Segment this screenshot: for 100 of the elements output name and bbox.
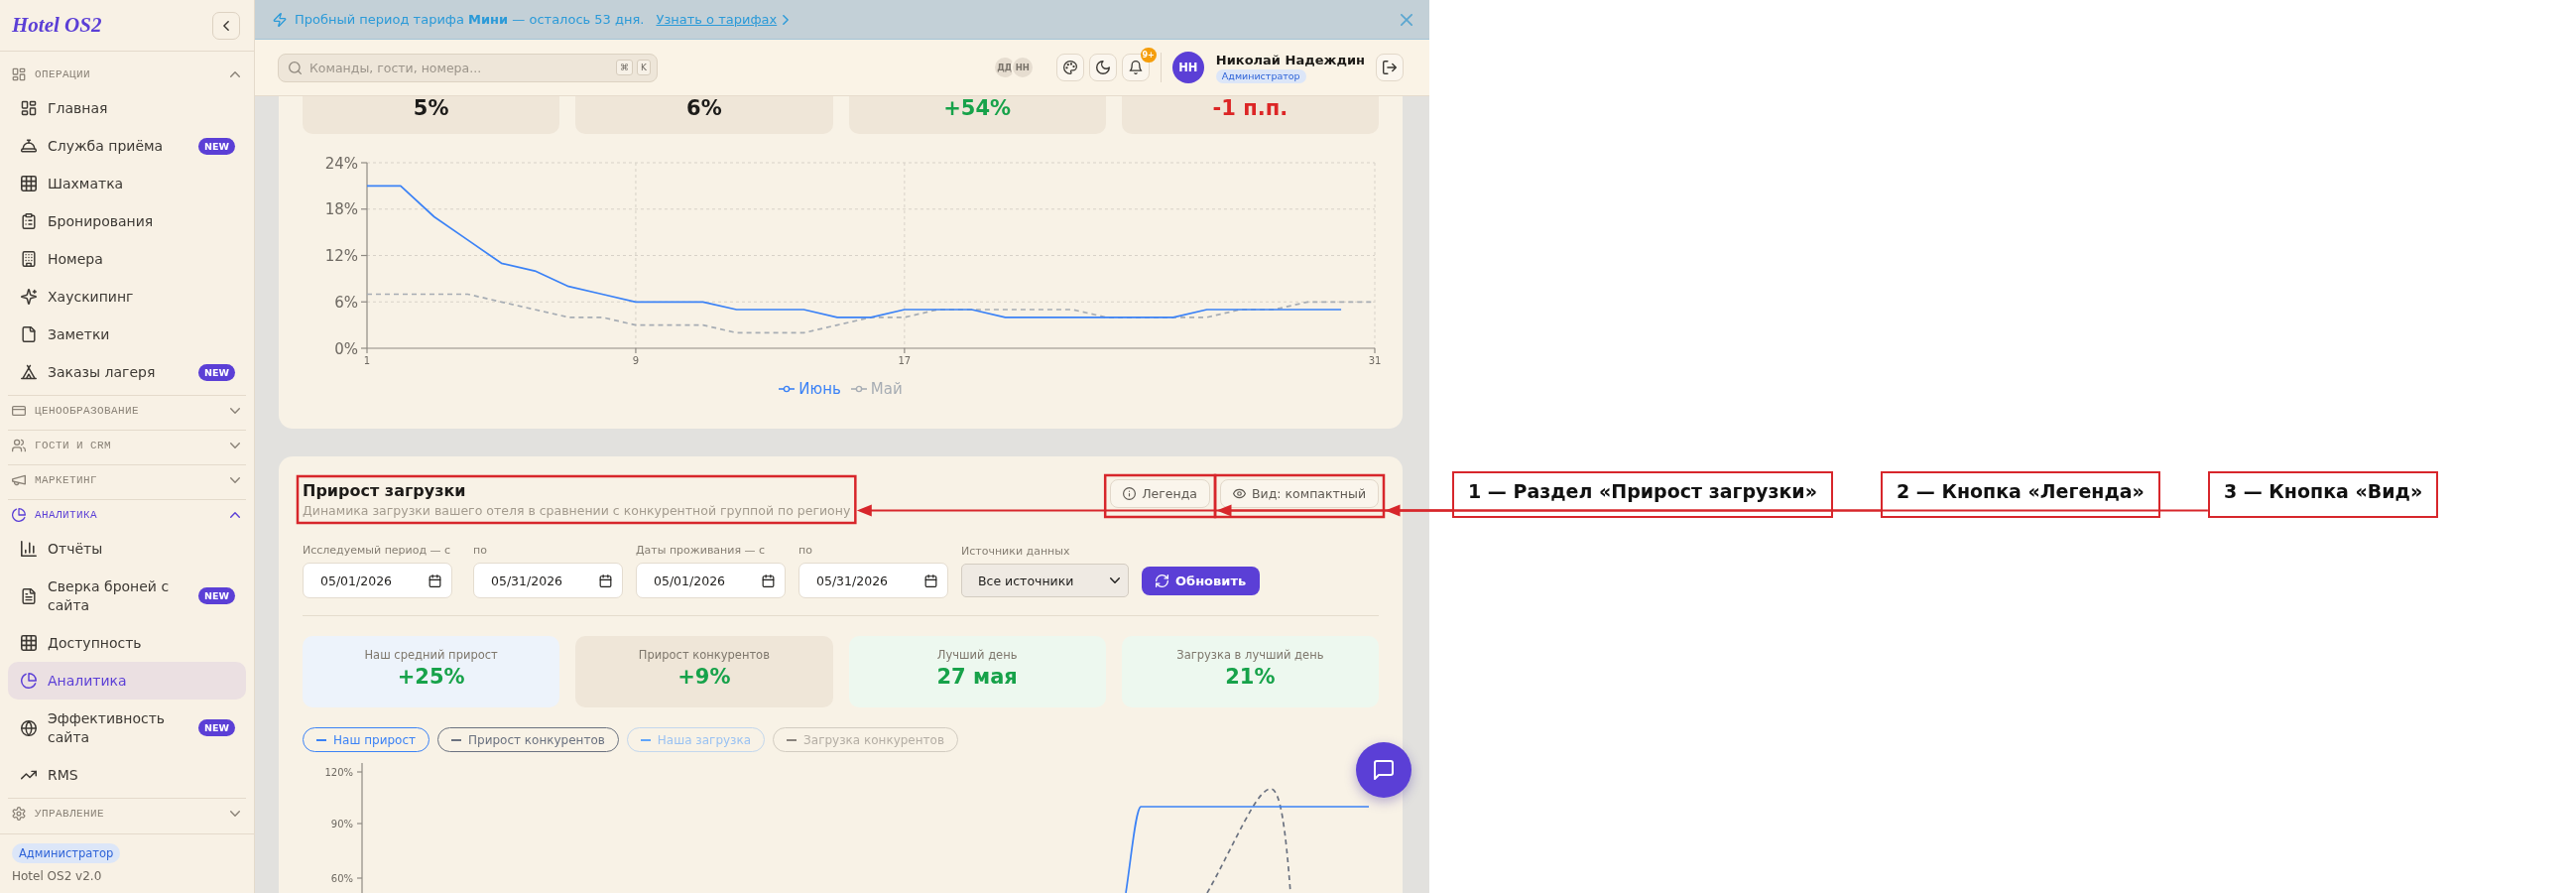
grid-icon (21, 635, 37, 651)
service-bell-icon (21, 138, 37, 154)
new-badge: NEW (198, 363, 235, 381)
nav-item[interactable]: Аналитика (8, 662, 246, 700)
nav-item[interactable]: Сверка броней с сайта NEW (8, 568, 246, 624)
calendar-icon (599, 574, 612, 587)
pie-chart-icon (12, 508, 26, 522)
document-icon (21, 326, 37, 342)
nav-section-header[interactable]: УПРАВЛЕНИЕ (8, 799, 246, 829)
profile-avatar: НН (1171, 52, 1204, 83)
logout-button[interactable] (1376, 54, 1404, 81)
grid-icon (21, 176, 37, 191)
bar-chart-icon (21, 541, 37, 557)
search-icon (289, 61, 302, 74)
dark-mode-button[interactable] (1088, 54, 1117, 81)
nav-item[interactable]: Заметки (8, 316, 246, 353)
section-subtitle: Динамика загрузки вашего отеля в сравнении с конкурентной группой по региону (303, 502, 851, 520)
nav-section-header[interactable]: АНАЛИТИКА (8, 500, 246, 530)
stat-value: 27 мая (936, 664, 1018, 691)
nav-item[interactable]: Заказы лагеря NEW (8, 353, 246, 391)
chevron-left-icon (223, 20, 229, 31)
stat-label: Лучший день (936, 647, 1018, 663)
axis-tick-label: 60% (330, 872, 353, 884)
palette-icon (1062, 61, 1077, 74)
stat-label: Прирост конкурентов (638, 647, 770, 663)
dashboard-icon (21, 100, 37, 116)
chevron-right-icon (783, 14, 790, 25)
source-select[interactable]: Все источники (961, 564, 1129, 597)
nav-item[interactable]: Служба приёма NEW (8, 127, 246, 165)
nav-item[interactable]: Эффективность сайта NEW (8, 700, 246, 756)
section-title: Прирост загрузки (303, 480, 466, 502)
nav-item[interactable]: RMS (8, 756, 246, 794)
moon-icon (1095, 61, 1110, 74)
nav-item[interactable]: Номера (8, 240, 246, 278)
nav-section-header[interactable]: ЦЕНООБРАЗОВАНИЕ (8, 396, 246, 426)
trial-notice: Пробный период тарифа Мини — осталось 53 дня. (295, 12, 645, 27)
refresh-icon (1156, 574, 1168, 587)
nav-item[interactable]: Шахматка (8, 165, 246, 202)
role-badge: Администратор (1215, 68, 1306, 83)
field-label: Исследуемый период — с (303, 544, 452, 558)
theme-colors-button[interactable] (1055, 54, 1084, 81)
nav-item[interactable]: Хаускипинг (8, 278, 246, 316)
pie-chart-icon (21, 673, 37, 689)
collapse-sidebar-button[interactable] (212, 11, 240, 40)
nav-item[interactable]: Бронирования (8, 202, 246, 240)
nav-item[interactable]: Доступность (8, 624, 246, 662)
axis-tick-label: 1 (363, 355, 371, 366)
axis-tick-label: 24% (324, 154, 358, 173)
nav-item[interactable]: Отчёты (8, 530, 246, 568)
megaphone-icon (12, 473, 26, 487)
nav-item[interactable]: Главная (8, 89, 246, 127)
legend-label: Июнь (798, 380, 841, 398)
callout-label: 1 — Раздел «Прирост загрузки» (1452, 471, 1833, 518)
info-icon (1123, 487, 1137, 500)
new-badge: NEW (198, 137, 235, 155)
logout-icon (1383, 61, 1397, 74)
chevron-down-icon (1110, 577, 1120, 583)
field-label: по (798, 544, 813, 558)
nav-section-header[interactable]: ОПЕРАЦИИ (8, 60, 246, 89)
role-badge: Администратор (12, 843, 121, 863)
date-field[interactable]: 05/31/2026 (473, 563, 623, 598)
view-button[interactable]: Вид: компактный (1220, 479, 1379, 508)
callout-label: 3 — Кнопка «Вид» (2207, 471, 2439, 518)
field-label: Даты проживания — с (636, 544, 767, 558)
chat-bubble-icon (1374, 760, 1394, 780)
nav-section-header[interactable]: МАРКЕТИНГ (8, 465, 246, 495)
building-icon (21, 251, 37, 267)
axis-tick-label: 31 (1368, 355, 1382, 366)
stat-value: 21% (1225, 664, 1276, 691)
calendar-icon (762, 574, 775, 587)
credit-card-icon (12, 404, 26, 418)
refresh-button[interactable]: Обновить (1142, 567, 1261, 595)
axis-tick-label: 6% (334, 293, 358, 312)
legend-button[interactable]: Легенда (1110, 479, 1210, 508)
axis-tick-label: 18% (324, 200, 358, 219)
clipboard-icon (21, 213, 37, 229)
field-label: по (473, 544, 488, 558)
axis-tick-label: 0% (334, 339, 358, 358)
new-badge: NEW (198, 719, 235, 736)
summary-card: 5% (303, 96, 560, 134)
version-text: Hotel OS2 v2.0 (12, 869, 102, 883)
date-field[interactable]: 05/31/2026 (798, 563, 948, 598)
date-field[interactable]: 05/01/2026 (636, 563, 786, 598)
axis-tick-label: 17 (898, 355, 912, 366)
lightning-icon (273, 12, 287, 27)
globe-icon (21, 719, 37, 736)
stat-label: Наш средний прирост (364, 647, 498, 663)
legend-label: Май (870, 380, 903, 398)
document-icon (21, 587, 37, 604)
date-field[interactable]: 05/01/2026 (303, 563, 452, 598)
stat-value: +25% (397, 664, 465, 691)
calendar-icon (429, 574, 441, 587)
eye-icon (1233, 487, 1246, 500)
stat-label: Загрузка в лучший день (1176, 647, 1324, 663)
field-label: Источники данных (961, 545, 1071, 559)
calendar-icon (924, 574, 937, 587)
sparkles-icon (21, 289, 37, 305)
nav-section-header[interactable]: ГОСТИ И CRM (8, 431, 246, 460)
axis-tick-label: 9 (632, 355, 640, 366)
gear-icon (12, 807, 26, 821)
